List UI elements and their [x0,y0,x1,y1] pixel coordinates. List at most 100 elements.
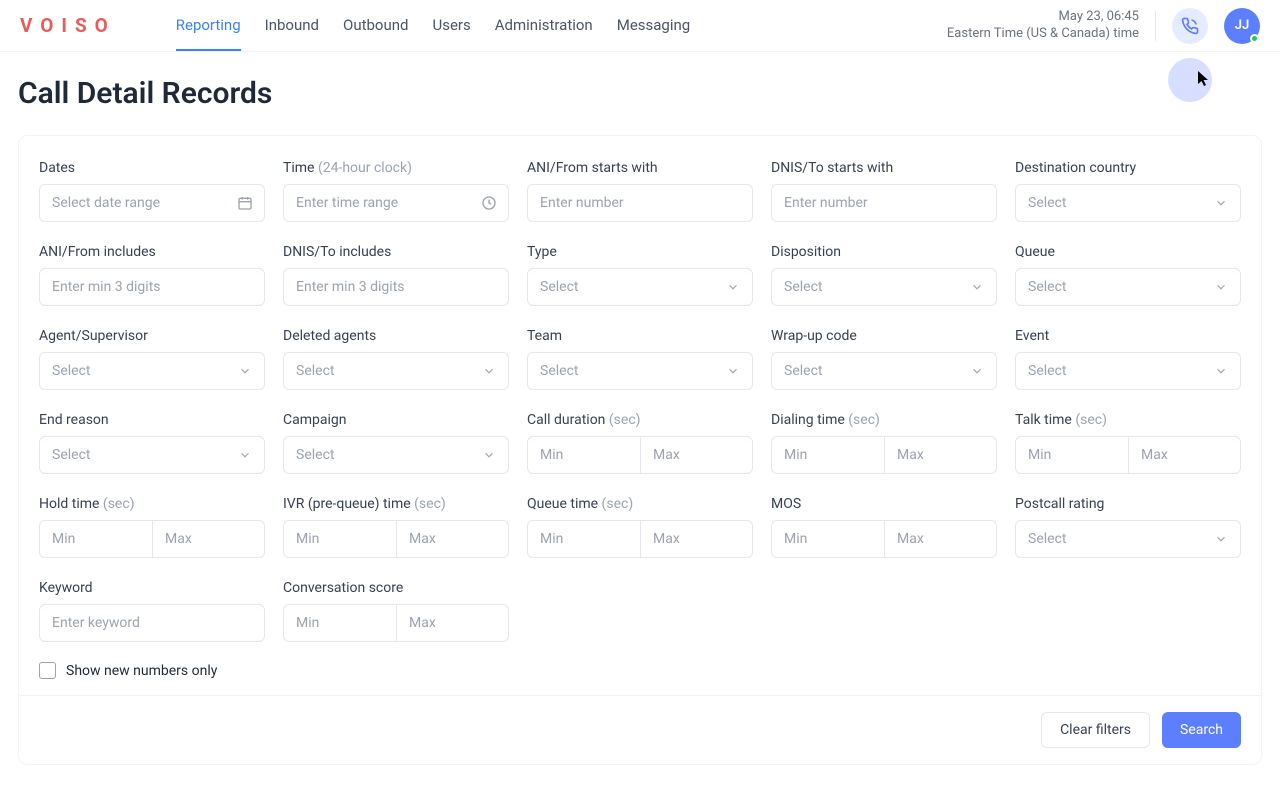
event-select[interactable]: Select [1015,352,1241,390]
filter-call-duration: Call duration (sec) [527,412,753,474]
chevron-down-icon [1214,280,1228,294]
page: Call Detail Records Dates Time (24-hour … [0,52,1280,789]
avatar-initials: JJ [1235,18,1250,33]
type-select[interactable]: Select [527,268,753,306]
filter-type: Type Select [527,244,753,306]
keyword-input[interactable] [39,604,265,642]
nav-users[interactable]: Users [433,0,471,51]
label-end-reason: End reason [39,412,265,428]
label-deleted-agents: Deleted agents [283,328,509,344]
ani-starts-input[interactable] [527,184,753,222]
chevron-down-icon [726,280,740,294]
queue-select[interactable]: Select [1015,268,1241,306]
call-duration-max[interactable] [640,436,753,474]
filter-end-reason: End reason Select [39,412,265,474]
dest-country-select[interactable]: Select [1015,184,1241,222]
nav-inbound[interactable]: Inbound [265,0,319,51]
end-reason-select[interactable]: Select [39,436,265,474]
dates-input[interactable] [39,184,265,222]
chevron-down-icon [238,364,252,378]
calendar-icon [237,195,253,211]
filter-ani-starts: ANI/From starts with [527,160,753,222]
label-event: Event [1015,328,1241,344]
nav-outbound[interactable]: Outbound [343,0,409,51]
checkbox-icon[interactable] [39,662,56,679]
datetime-display: May 23, 06:45 Eastern Time (US & Canada)… [947,9,1139,43]
nav-administration[interactable]: Administration [495,0,593,51]
chevron-down-icon [1214,196,1228,210]
label-ivr-time: IVR (pre-queue) time (sec) [283,496,509,512]
search-button[interactable]: Search [1162,712,1241,748]
talk-time-max[interactable] [1128,436,1241,474]
filter-dialing-time: Dialing time (sec) [771,412,997,474]
filter-grid: Dates Time (24-hour clock) ANI/From star… [39,160,1241,642]
agent-select[interactable]: Select [39,352,265,390]
filter-dnis-starts: DNIS/To starts with [771,160,997,222]
filter-hold-time: Hold time (sec) [39,496,265,558]
filter-deleted-agents: Deleted agents Select [283,328,509,390]
filter-disposition: Disposition Select [771,244,997,306]
queue-time-min[interactable] [527,520,640,558]
main-nav: Reporting Inbound Outbound Users Adminis… [176,0,690,51]
clear-filters-button[interactable]: Clear filters [1041,712,1150,748]
label-queue-time: Queue time (sec) [527,496,753,512]
filter-ivr-time: IVR (pre-queue) time (sec) [283,496,509,558]
mos-max[interactable] [884,520,997,558]
ivr-time-max[interactable] [396,520,509,558]
label-dates: Dates [39,160,265,176]
user-avatar[interactable]: JJ [1224,8,1260,44]
filter-talk-time: Talk time (sec) [1015,412,1241,474]
nav-messaging[interactable]: Messaging [617,0,690,51]
queue-time-max[interactable] [640,520,753,558]
dnis-includes-input[interactable] [283,268,509,306]
dnis-starts-input[interactable] [771,184,997,222]
dialing-time-max[interactable] [884,436,997,474]
hold-time-min[interactable] [39,520,152,558]
filter-campaign: Campaign Select [283,412,509,474]
conv-score-min[interactable] [283,604,396,642]
date-time: May 23, 06:45 [947,9,1139,26]
chevron-down-icon [482,448,496,462]
filters-card: Dates Time (24-hour clock) ANI/From star… [18,135,1262,765]
label-disposition: Disposition [771,244,997,260]
app-header: VOISO Reporting Inbound Outbound Users A… [0,0,1280,52]
nav-reporting[interactable]: Reporting [176,0,241,51]
campaign-select[interactable]: Select [283,436,509,474]
team-select[interactable]: Select [527,352,753,390]
label-call-duration: Call duration (sec) [527,412,753,428]
label-keyword: Keyword [39,580,265,596]
time-input[interactable] [283,184,509,222]
label-agent: Agent/Supervisor [39,328,265,344]
label-conv-score: Conversation score [283,580,509,596]
deleted-agents-select[interactable]: Select [283,352,509,390]
mos-min[interactable] [771,520,884,558]
label-talk-time: Talk time (sec) [1015,412,1241,428]
chevron-down-icon [726,364,740,378]
hold-time-max[interactable] [152,520,265,558]
label-time: Time (24-hour clock) [283,160,509,176]
clock-icon [481,195,497,211]
filter-wrap-up: Wrap-up code Select [771,328,997,390]
actions-bar: Clear filters Search [19,695,1261,748]
filter-dnis-includes: DNIS/To includes [283,244,509,306]
filter-dates: Dates [39,160,265,222]
dialing-time-min[interactable] [771,436,884,474]
label-dnis-includes: DNIS/To includes [283,244,509,260]
call-duration-min[interactable] [527,436,640,474]
label-queue: Queue [1015,244,1241,260]
ani-includes-input[interactable] [39,268,265,306]
disposition-select[interactable]: Select [771,268,997,306]
talk-time-min[interactable] [1015,436,1128,474]
wrap-up-select[interactable]: Select [771,352,997,390]
ivr-time-min[interactable] [283,520,396,558]
show-new-numbers-row[interactable]: Show new numbers only [39,662,1241,679]
label-wrap-up: Wrap-up code [771,328,997,344]
filter-mos: MOS [771,496,997,558]
chevron-down-icon [970,280,984,294]
postcall-select[interactable]: Select [1015,520,1241,558]
filter-agent: Agent/Supervisor Select [39,328,265,390]
chevron-down-icon [970,364,984,378]
chevron-down-icon [238,448,252,462]
conv-score-max[interactable] [396,604,509,642]
phone-icon[interactable] [1172,8,1208,44]
